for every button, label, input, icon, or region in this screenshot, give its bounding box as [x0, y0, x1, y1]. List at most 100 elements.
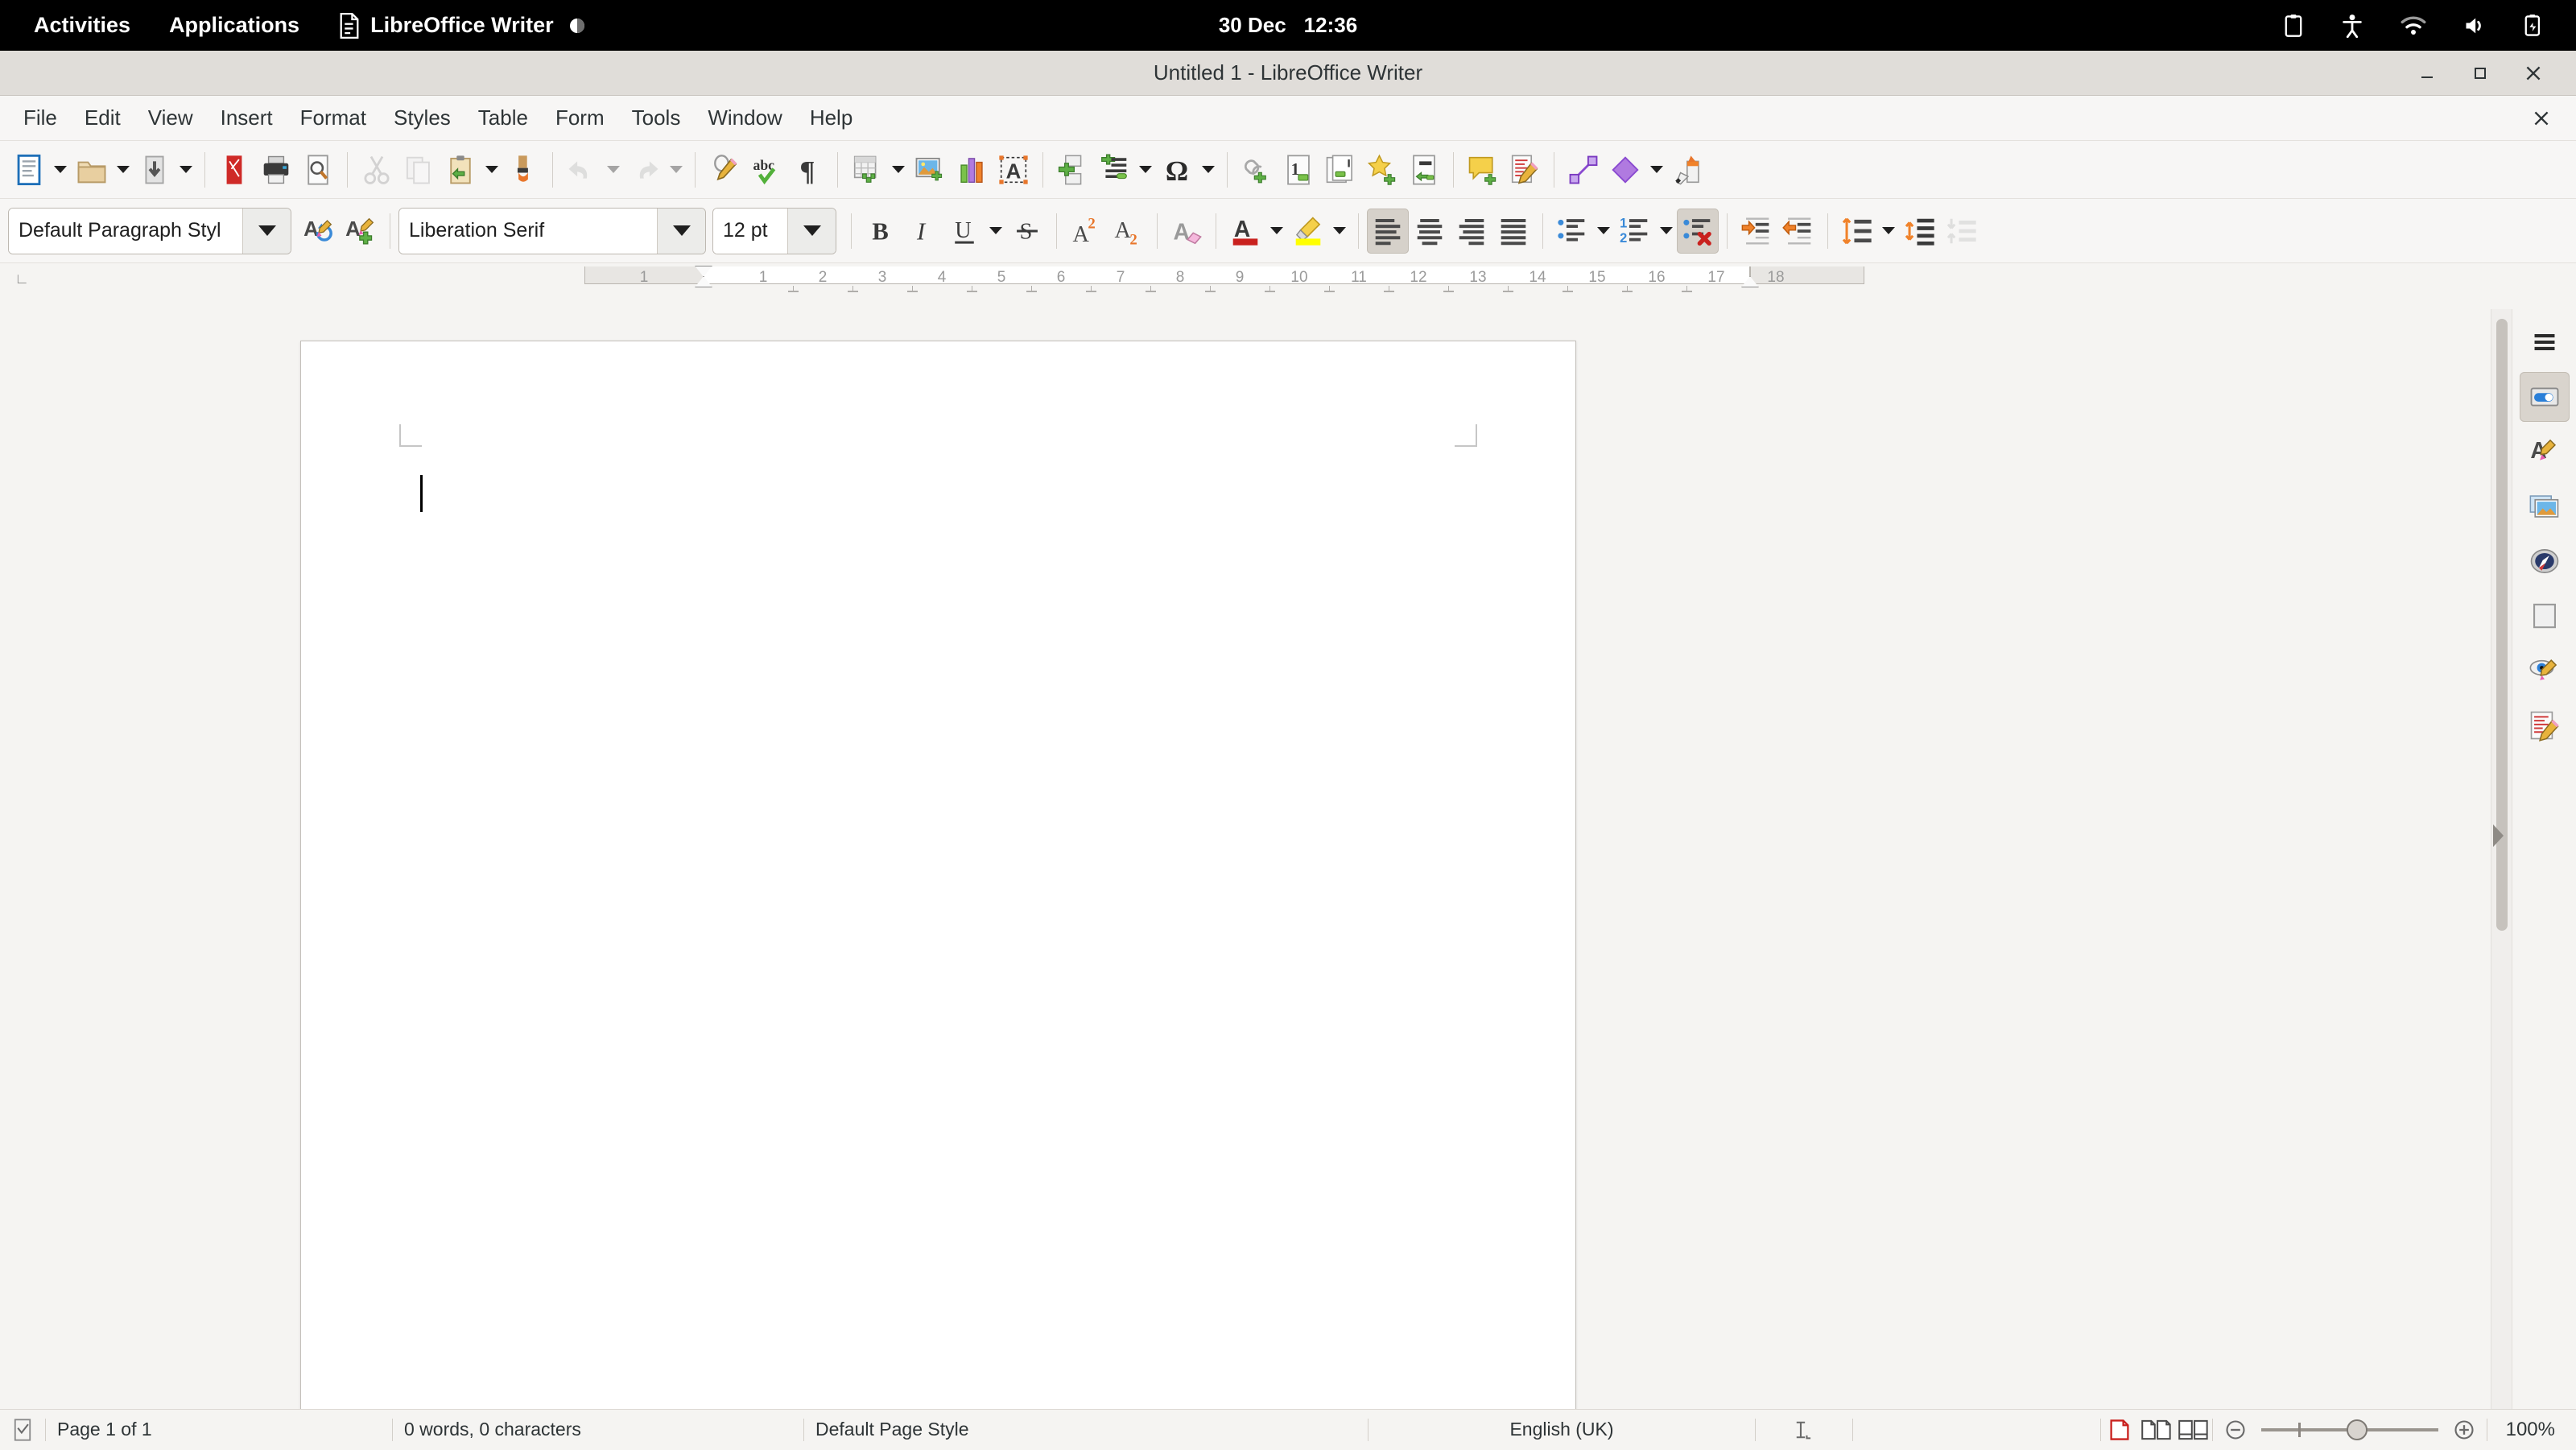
menu-item-insert[interactable]: Insert	[207, 101, 287, 135]
multi-page-view-button[interactable]	[2138, 1412, 2175, 1448]
align-left-button[interactable]	[1367, 209, 1409, 254]
menu-item-table[interactable]: Table	[464, 101, 542, 135]
insert-text-box-button[interactable]: A	[993, 147, 1034, 192]
track-changes-button[interactable]	[1504, 147, 1546, 192]
word-count-status[interactable]: 0 words, 0 characters	[393, 1410, 803, 1450]
sidebar-item-styles[interactable]: A	[2520, 427, 2570, 477]
zoom-slider-knob[interactable]	[2347, 1419, 2368, 1440]
copy-button[interactable]	[398, 147, 440, 192]
paragraph-style-value[interactable]: Default Paragraph Styl	[9, 209, 242, 254]
find-replace-button[interactable]	[704, 147, 745, 192]
sidebar-expand-handle[interactable]	[2493, 824, 2504, 847]
paste-button[interactable]	[440, 147, 481, 192]
menu-item-format[interactable]: Format	[287, 101, 380, 135]
insert-page-break-button[interactable]	[1051, 147, 1093, 192]
line-spacing-button[interactable]	[1836, 209, 1878, 254]
font-size-combobox[interactable]: 12 pt	[712, 208, 836, 254]
current-app-indicator[interactable]: LibreOffice Writer	[319, 0, 605, 51]
print-preview-button[interactable]	[297, 147, 339, 192]
new-style-button[interactable]: A	[340, 209, 382, 254]
underline-dropdown[interactable]	[985, 209, 1006, 254]
document-page[interactable]	[300, 341, 1576, 1409]
open-document-dropdown[interactable]	[113, 147, 134, 192]
insert-field-dropdown[interactable]	[1135, 147, 1156, 192]
zoom-in-button[interactable]	[2453, 1419, 2475, 1441]
unordered-list-button[interactable]	[1551, 209, 1593, 254]
font-size-value[interactable]: 12 pt	[713, 209, 787, 254]
applications-button[interactable]: Applications	[150, 0, 319, 51]
single-page-view-button[interactable]	[2101, 1412, 2138, 1448]
volume-icon[interactable]	[2463, 15, 2486, 36]
zoom-out-button[interactable]	[2224, 1419, 2247, 1441]
font-name-value[interactable]: Liberation Serif	[399, 209, 657, 254]
save-document-dropdown[interactable]	[175, 147, 196, 192]
insert-field-button[interactable]	[1093, 147, 1135, 192]
zoom-level-status[interactable]: 100%	[2487, 1419, 2576, 1441]
sidebar-item-properties[interactable]	[2520, 372, 2570, 422]
sidebar-settings-button[interactable]	[2520, 317, 2570, 367]
save-status-icon[interactable]	[0, 1410, 45, 1450]
undo-dropdown[interactable]	[603, 147, 624, 192]
increase-indent-button[interactable]	[1736, 209, 1777, 254]
insert-hyperlink-button[interactable]	[1236, 147, 1278, 192]
undo-button[interactable]	[561, 147, 603, 192]
align-justified-button[interactable]	[1492, 209, 1534, 254]
language-status[interactable]: English (UK)	[1368, 1410, 1755, 1450]
sidebar-item-gallery[interactable]	[2520, 481, 2570, 531]
ordered-list-button[interactable]: 1 2	[1614, 209, 1656, 254]
align-center-button[interactable]	[1409, 209, 1451, 254]
font-color-button[interactable]: A	[1224, 209, 1266, 254]
wifi-icon[interactable]	[2401, 15, 2426, 36]
decrease-paragraph-spacing-button[interactable]	[1941, 209, 1983, 254]
insert-line-button[interactable]	[1563, 147, 1604, 192]
superscript-button[interactable]: A 2	[1065, 209, 1107, 254]
strikethrough-button[interactable]: S	[1006, 209, 1048, 254]
align-right-button[interactable]	[1451, 209, 1492, 254]
insert-cross-reference-button[interactable]	[1403, 147, 1445, 192]
export-pdf-button[interactable]	[213, 147, 255, 192]
page-count-status[interactable]: Page 1 of 1	[46, 1410, 392, 1450]
vertical-scrollbar[interactable]	[2491, 309, 2512, 1409]
clear-formatting-button[interactable]: A	[1166, 209, 1208, 254]
insert-table-button[interactable]	[846, 147, 888, 192]
insert-bookmark-button[interactable]	[1361, 147, 1403, 192]
battery-charging-icon[interactable]	[2523, 14, 2544, 38]
special-character-dropdown[interactable]	[1198, 147, 1219, 192]
insert-mode-icon[interactable]	[1756, 1410, 1852, 1450]
minimize-button[interactable]	[2415, 61, 2439, 85]
paragraph-style-combobox[interactable]: Default Paragraph Styl	[8, 208, 291, 254]
menu-item-view[interactable]: View	[134, 101, 207, 135]
italic-button[interactable]: I	[902, 209, 943, 254]
maximize-button[interactable]	[2468, 61, 2492, 85]
horizontal-ruler[interactable]: 1 1 2 3 4 5 6 7 8 9 10 11 12 13 14 15 16…	[584, 266, 1864, 291]
print-button[interactable]	[255, 147, 297, 192]
highlighting-color-button[interactable]	[1287, 209, 1329, 254]
sidebar-item-page[interactable]	[2520, 591, 2570, 641]
page-style-status[interactable]: Default Page Style	[804, 1410, 1368, 1450]
close-document-button[interactable]	[2531, 108, 2576, 129]
font-size-dropdown[interactable]	[787, 209, 836, 254]
new-document-button[interactable]	[8, 147, 50, 192]
menu-item-form[interactable]: Form	[542, 101, 618, 135]
activities-button[interactable]: Activities	[14, 0, 150, 51]
insert-comment-button[interactable]	[1462, 147, 1504, 192]
update-style-button[interactable]: A	[298, 209, 340, 254]
basic-shapes-button[interactable]	[1604, 147, 1646, 192]
insert-footnote-button[interactable]: 1	[1278, 147, 1319, 192]
menu-item-tools[interactable]: Tools	[618, 101, 695, 135]
paste-dropdown[interactable]	[481, 147, 502, 192]
basic-shapes-dropdown[interactable]	[1646, 147, 1667, 192]
save-document-button[interactable]	[134, 147, 175, 192]
show-draw-functions-button[interactable]	[1667, 147, 1709, 192]
formatting-marks-button[interactable]: ¶	[787, 147, 829, 192]
increase-paragraph-spacing-button[interactable]	[1899, 209, 1941, 254]
redo-dropdown[interactable]	[666, 147, 687, 192]
unordered-list-dropdown[interactable]	[1593, 209, 1614, 254]
line-spacing-dropdown[interactable]	[1878, 209, 1899, 254]
clipboard-icon[interactable]	[2283, 14, 2304, 38]
highlighting-color-dropdown[interactable]	[1329, 209, 1350, 254]
sidebar-item-manage-changes[interactable]	[2520, 700, 2570, 750]
accessibility-icon[interactable]	[2341, 14, 2363, 38]
menu-item-file[interactable]: File	[10, 101, 71, 135]
spelling-button[interactable]: abc	[745, 147, 787, 192]
